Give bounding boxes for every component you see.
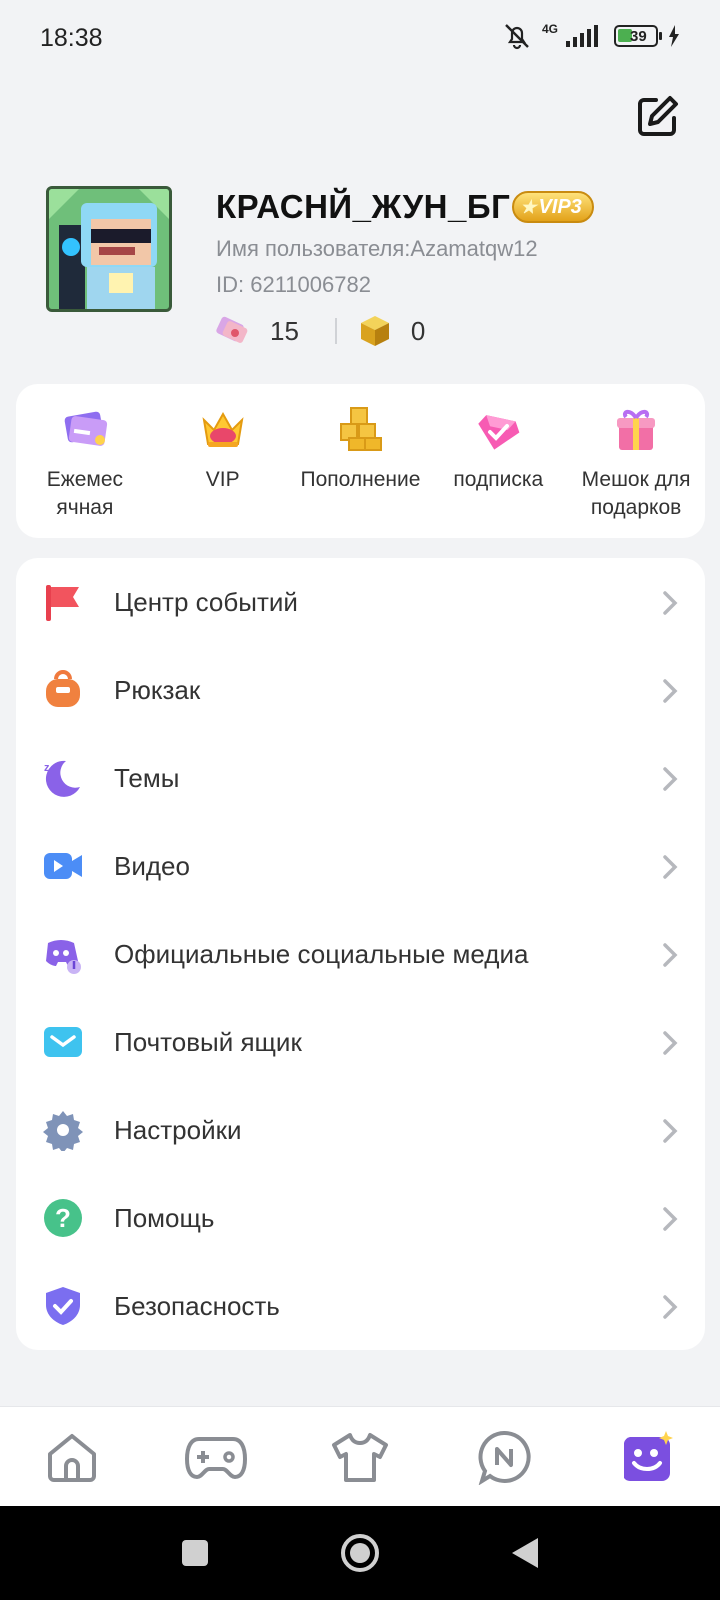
quick-action-monthly[interactable]: Ежемес ячная (19, 404, 151, 538)
username: Имя пользователя:Azamatqw12 (216, 236, 538, 261)
divider (334, 318, 337, 344)
menu-item-settings[interactable]: Настройки (16, 1086, 705, 1174)
cube-currency-icon[interactable] (359, 314, 391, 348)
svg-text:?: ? (55, 1203, 71, 1233)
quick-action-label: подписка (453, 468, 544, 491)
quick-action-topup[interactable]: Пополнение (294, 404, 426, 538)
system-nav-bar (0, 1506, 720, 1600)
user-id[interactable]: ID: 6211006782 (216, 272, 371, 298)
gamepad-icon (185, 1436, 247, 1479)
nav-wardrobe[interactable] (328, 1425, 392, 1489)
charging-icon (669, 25, 679, 47)
gold-cubes-icon (340, 407, 383, 451)
chevron-right-icon (663, 855, 678, 879)
chevron-right-icon (663, 679, 678, 703)
nav-profile[interactable] (616, 1425, 680, 1489)
gift-box-icon (617, 409, 656, 450)
avatar-character-image (49, 189, 169, 309)
chevron-right-icon (663, 767, 678, 791)
currency-row: 15 0 (214, 314, 425, 348)
menu-item-video[interactable]: Видео (16, 822, 705, 910)
menu-item-event-center[interactable]: Центр событий (16, 558, 705, 646)
diamond-icon (478, 415, 520, 450)
mailbox-icon (44, 1027, 82, 1057)
avatar[interactable] (46, 186, 172, 312)
chevron-right-icon (663, 943, 678, 967)
quick-action-gift-bag[interactable]: Мешок для подарков (570, 404, 702, 538)
back-button[interactable] (510, 1536, 540, 1570)
home-button[interactable] (340, 1533, 380, 1573)
svg-text:z: z (44, 762, 50, 774)
video-camera-icon (44, 853, 82, 879)
status-icons: 4G 39 (502, 22, 680, 50)
ticket-icon[interactable] (214, 314, 250, 348)
shield-icon (46, 1287, 80, 1325)
news-bubble-icon (478, 1430, 531, 1485)
backpack-icon (46, 670, 80, 707)
network-label: 4G (541, 22, 558, 36)
quick-action-label: VIP (205, 468, 240, 491)
quick-actions-card: Ежемес ячная VIP Пополнение подписка Меш… (16, 384, 705, 538)
menu-card: Центр событий Рюкзак z Темы Видео Официа… (16, 558, 705, 1350)
smiley-profile-icon (624, 1430, 673, 1481)
menu-item-mailbox[interactable]: Почтовый ящик (16, 998, 705, 1086)
quick-action-vip[interactable]: VIP (157, 404, 289, 538)
chevron-right-icon (663, 591, 678, 615)
bottom-nav (0, 1406, 720, 1506)
chevron-right-icon (663, 1295, 678, 1319)
recent-apps-button[interactable] (180, 1538, 210, 1568)
crown-icon (202, 411, 244, 447)
star-icon: ★ (520, 196, 537, 217)
nickname-row: КРАСНЙ_ЖУН_БГ ★ VIP3 (216, 188, 594, 226)
ticket-count: 15 (270, 315, 299, 346)
help-icon: ? (44, 1199, 82, 1237)
flag-icon (46, 585, 79, 621)
home-icon (48, 1433, 96, 1482)
menu-item-backpack[interactable]: Рюкзак (16, 646, 705, 734)
chevron-right-icon (663, 1031, 678, 1055)
battery-indicator: 39 (614, 25, 662, 47)
nav-news[interactable] (472, 1425, 536, 1489)
muted-bell-icon (505, 24, 529, 50)
menu-item-themes[interactable]: z Темы (16, 734, 705, 822)
quick-action-label: Пополнение (300, 468, 421, 491)
quick-action-label: Мешок для подарков (581, 468, 691, 519)
menu-item-social-media[interactable]: Официальные социальные медиа (16, 910, 705, 998)
social-media-icon (46, 940, 81, 974)
chevron-right-icon (663, 1119, 678, 1143)
nickname: КРАСНЙ_ЖУН_БГ (216, 188, 511, 225)
edit-profile-button[interactable] (636, 94, 680, 138)
nav-games[interactable] (184, 1425, 248, 1489)
menu-item-help[interactable]: ? Помощь (16, 1174, 705, 1262)
chevron-right-icon (663, 1207, 678, 1231)
vip-badge[interactable]: ★ VIP3 (512, 191, 594, 223)
status-time: 18:38 (40, 24, 103, 52)
gear-icon (43, 1111, 83, 1151)
signal-icon (566, 25, 598, 47)
cube-count: 0 (410, 315, 426, 346)
status-bar: 18:38 4G 39 (0, 0, 720, 80)
tshirt-icon (332, 1432, 388, 1482)
quick-action-label: Ежемес ячная (46, 468, 124, 519)
quick-action-subscription[interactable]: подписка (432, 404, 564, 538)
nav-home[interactable] (40, 1425, 104, 1489)
menu-item-security[interactable]: Безопасность (16, 1262, 705, 1350)
moon-icon: z (44, 760, 80, 797)
monthly-card-icon (64, 411, 108, 446)
